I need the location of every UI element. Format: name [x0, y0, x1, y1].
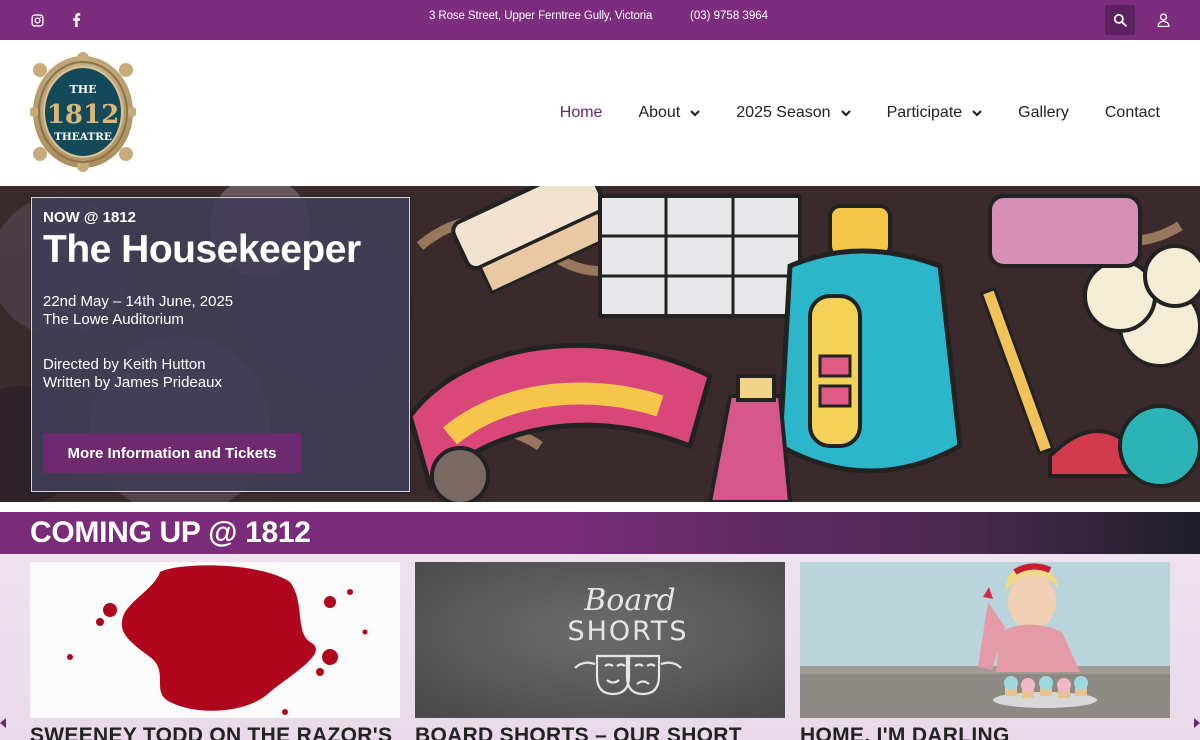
site-header: THE 1812 THEATRE Home About 2025 Season Par… [0, 40, 1200, 186]
coming-up-heading: COMING UP @ 1812 [30, 516, 311, 549]
nav-item-label: About [638, 104, 681, 121]
nav-item-label: Gallery [1018, 104, 1069, 121]
svg-text:THE: THE [70, 83, 97, 96]
show-writer: Written by James Prideaux [43, 374, 222, 391]
chevron-down-icon [972, 109, 982, 117]
search-button[interactable] [1105, 5, 1135, 35]
show-card-title[interactable]: SWEENEY TODD ON THE RAZOR'S [30, 724, 392, 740]
hero-banner: NOW @ 1812 The Housekeeper 22nd May – 14… [0, 186, 1200, 502]
nav-item-gallery[interactable]: Gallery [1018, 104, 1069, 122]
theatre-logo[interactable]: THE 1812 THEATRE [29, 52, 137, 172]
chevron-down-icon [690, 109, 701, 117]
show-dates: 22nd May – 14th June, 2025 [43, 293, 234, 310]
nav-item-label: Contact [1104, 104, 1160, 121]
nav-item-participate[interactable]: Participate [887, 104, 983, 122]
svg-text:1812: 1812 [47, 100, 119, 130]
carousel-next-arrow[interactable] [1194, 718, 1200, 728]
facebook-icon[interactable] [64, 0, 88, 40]
show-card-image [800, 562, 1170, 718]
show-card-title[interactable]: HOME, I'M DARLING [800, 724, 1010, 740]
nav-item-label: Home [559, 104, 603, 121]
now-showing-card: NOW @ 1812 The Housekeeper 22nd May – 14… [31, 197, 410, 492]
show-card-board-shorts[interactable]: Board SHORTS BOARD SHORTS – OUR SHORT [415, 562, 785, 740]
user-icon [1156, 13, 1170, 27]
show-title: The Housekeeper [43, 228, 361, 271]
coming-up-band: COMING UP @ 1812 [0, 512, 1200, 554]
nav-item-2025-season[interactable]: 2025 Season [736, 104, 851, 122]
svg-text:SHORTS: SHORTS [567, 616, 688, 647]
account-button[interactable] [1150, 5, 1176, 35]
show-venue: The Lowe Auditorium [43, 311, 184, 328]
show-card-title[interactable]: BOARD SHORTS – OUR SHORT [415, 724, 742, 740]
carousel-prev-arrow[interactable] [0, 718, 6, 728]
nav-item-about[interactable]: About [638, 104, 701, 122]
tickets-button[interactable]: More Information and Tickets [43, 433, 301, 473]
nav-item-contact[interactable]: Contact [1105, 104, 1160, 122]
nav-item-home[interactable]: Home [560, 104, 603, 122]
phone-link[interactable]: (03) 9758 3964 [690, 10, 768, 22]
show-card-home-im-darling[interactable]: HOME, I'M DARLING [800, 562, 1170, 740]
show-card-image [30, 562, 400, 718]
now-showing-label: NOW @ 1812 [43, 209, 136, 226]
main-nav: Home About 2025 Season Participate Gallery Co… [560, 40, 1160, 186]
svg-text:Board: Board [583, 583, 676, 618]
svg-text:THEATRE: THEATRE [54, 131, 112, 143]
show-director: Directed by Keith Hutton [43, 356, 206, 373]
show-card-sweeney-todd[interactable]: SWEENEY TODD ON THE RAZOR'S [30, 562, 400, 740]
instagram-icon[interactable] [25, 0, 49, 40]
nav-item-label: 2025 Season [736, 104, 831, 121]
chevron-down-icon [840, 109, 851, 117]
show-card-image: Board SHORTS [415, 562, 785, 718]
nav-item-label: Participate [886, 104, 963, 121]
search-icon [1113, 13, 1127, 27]
top-bar: 3 Rose Street, Upper Ferntree Gully, Vic… [0, 0, 1200, 40]
address-text: 3 Rose Street, Upper Ferntree Gully, Vic… [429, 10, 653, 22]
